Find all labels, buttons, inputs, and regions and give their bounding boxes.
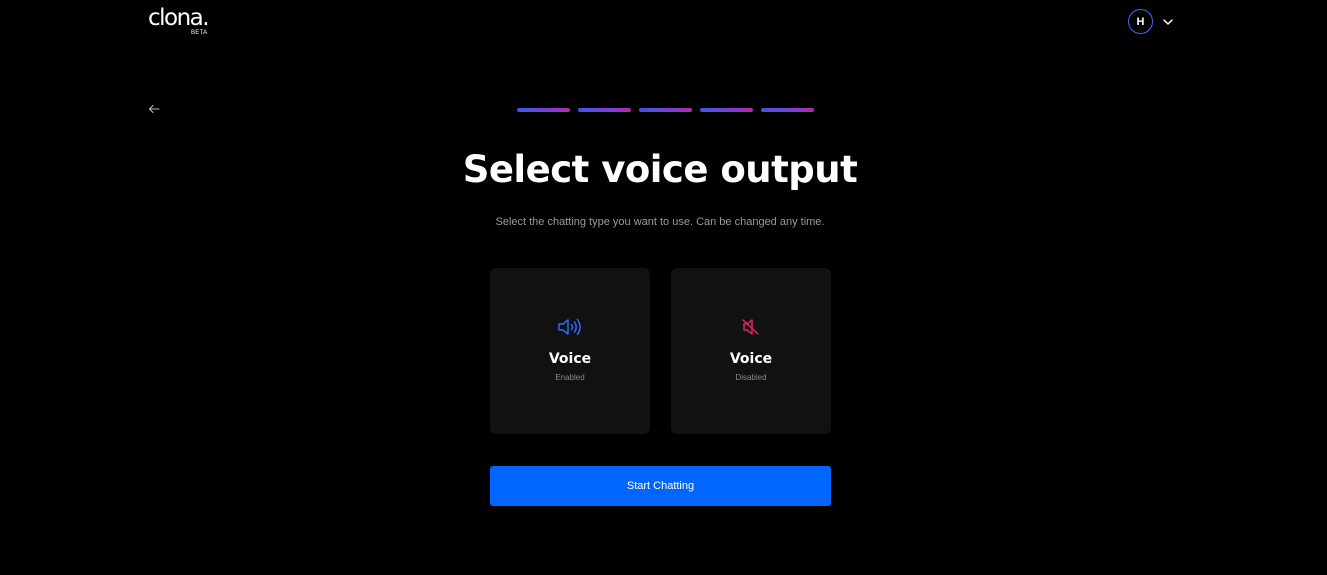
option-title: Voice: [729, 351, 773, 367]
option-subtitle: Enabled: [555, 373, 585, 382]
option-subtitle: Disabled: [735, 373, 767, 382]
user-menu[interactable]: H: [1128, 8, 1174, 35]
voice-options: Voice Enabled Voice Disabled: [490, 268, 831, 434]
progress-step: [578, 108, 631, 112]
speaker-muted-icon: [742, 319, 759, 335]
progress-step: [517, 108, 570, 112]
start-chatting-button[interactable]: Start Chatting: [490, 466, 831, 506]
progress-steps: [517, 108, 814, 112]
voice-enabled-card[interactable]: Voice Enabled: [490, 268, 650, 434]
avatar[interactable]: H: [1128, 9, 1153, 34]
beta-badge: BETA: [191, 30, 208, 36]
progress-step: [700, 108, 753, 112]
chevron-down-icon[interactable]: [1162, 16, 1174, 28]
back-arrow-icon[interactable]: [147, 103, 161, 115]
progress-step: [639, 108, 692, 112]
onboarding-page: clona. BETA H Select voice output Select…: [0, 0, 1327, 575]
page-title: Select voice output: [462, 148, 858, 191]
voice-disabled-card[interactable]: Voice Disabled: [671, 268, 831, 434]
option-title: Voice: [548, 351, 592, 367]
logo-wordmark: clona.: [148, 5, 210, 31]
clona-logo[interactable]: clona. BETA: [148, 4, 218, 40]
progress-step: [761, 108, 814, 112]
speaker-on-icon: [558, 318, 581, 336]
page-subtitle: Select the chatting type you want to use…: [495, 216, 825, 228]
